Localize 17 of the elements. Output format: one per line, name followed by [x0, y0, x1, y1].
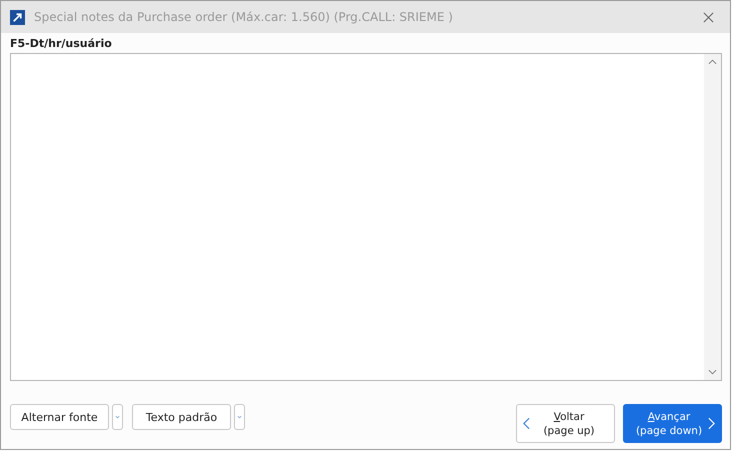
field-label: F5-Dt/hr/usuário	[10, 37, 113, 52]
chevron-up-icon[interactable]	[708, 59, 717, 65]
next-button[interactable]: Avançar (page down)	[623, 404, 722, 443]
scrollbar[interactable]	[704, 54, 721, 380]
arrow-icon	[10, 10, 25, 24]
close-icon[interactable]	[703, 12, 714, 22]
window-title: Special notes da Purchase order (Máx.car: 1.560) (Prg.CALL: SRIEME )	[34, 10, 454, 24]
caret-icon	[115, 415, 120, 419]
chevron-left-icon	[523, 417, 530, 430]
chevron-down-icon[interactable]	[708, 369, 717, 375]
dropdown-button[interactable]	[234, 404, 245, 430]
dropdown-button[interactable]	[112, 404, 123, 430]
toolbar-button[interactable]: Texto padrão	[132, 404, 231, 430]
caret-icon	[237, 415, 242, 419]
toolbar-button[interactable]: Alternar fonte	[10, 404, 109, 430]
back-button[interactable]: Voltar (page up)	[516, 404, 615, 443]
chevron-right-icon	[708, 417, 715, 430]
